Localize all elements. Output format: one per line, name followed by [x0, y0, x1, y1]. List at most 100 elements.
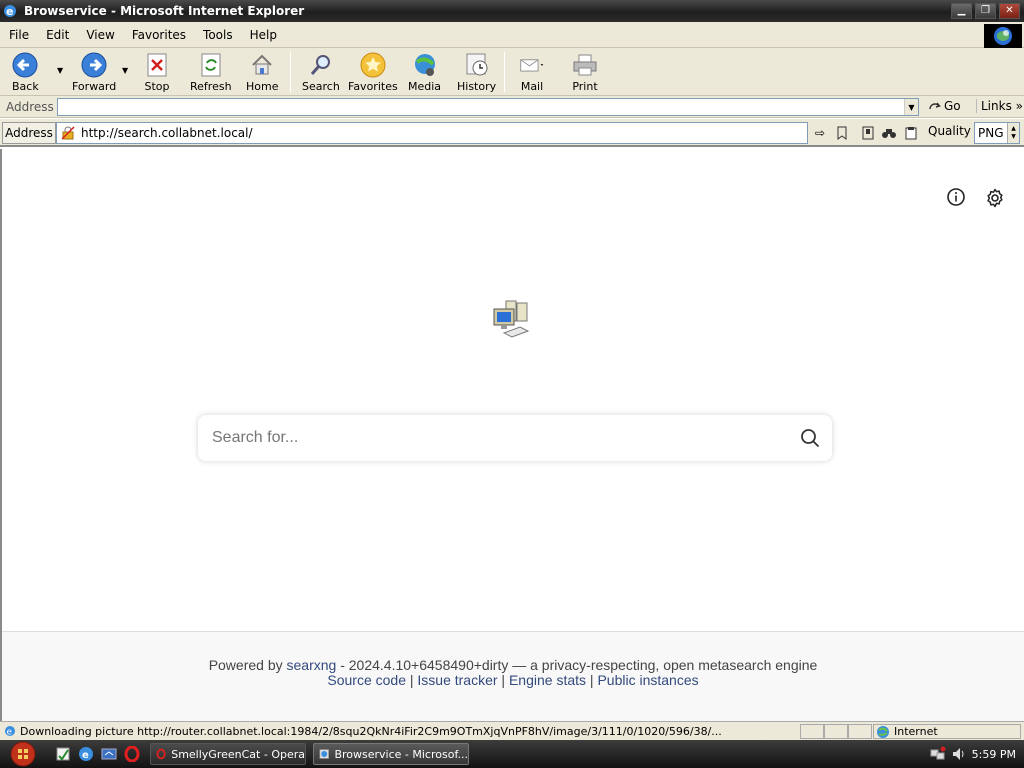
back-arrow-icon	[12, 52, 38, 78]
bookmark-ribbon-icon	[837, 126, 847, 140]
info-icon[interactable]	[946, 187, 966, 207]
search-toolbar-button[interactable]: Search	[302, 52, 340, 93]
mail-envelope-icon	[520, 59, 544, 72]
issue-tracker-link[interactable]: Issue tracker	[417, 672, 497, 688]
search-box	[198, 415, 832, 461]
history-button[interactable]: History	[457, 52, 496, 93]
volume-icon[interactable]	[952, 746, 966, 762]
clock[interactable]: 5:59 PM	[972, 748, 1016, 761]
page-content: Powered by searxng - 2024.4.10+6458490+d…	[0, 149, 1024, 721]
title-bar: e Browservice - Microsoft Internet Explo…	[0, 0, 1024, 22]
refresh-icon	[201, 53, 221, 77]
search-icon[interactable]	[800, 428, 820, 448]
stop-button[interactable]: Stop	[144, 52, 170, 93]
print-button[interactable]: Print	[572, 52, 598, 93]
quality-selector[interactable]: PNG ▲ ▼	[974, 122, 1020, 144]
chevron-right-icon: »	[1015, 99, 1023, 113]
forward-button[interactable]: Forward	[72, 52, 116, 93]
back-button[interactable]: Back	[12, 52, 39, 93]
insecure-lock-icon	[61, 126, 75, 140]
links-button[interactable]: Links »	[976, 99, 1023, 113]
quicklaunch-ie-icon[interactable]: e	[78, 746, 94, 762]
address-bar: Address ▼ Go Links »	[0, 96, 1024, 118]
mail-button[interactable]: Mail	[519, 52, 545, 93]
media-globe-icon	[414, 54, 435, 76]
ie-icon: e	[4, 5, 16, 18]
status-text: Downloading picture http://router.collab…	[20, 724, 722, 738]
settings-gear-icon[interactable]	[984, 187, 1006, 209]
quality-label: Quality	[928, 124, 971, 138]
url-text: http://search.collabnet.local/	[81, 126, 253, 140]
bookmark-icon[interactable]	[833, 124, 851, 142]
engine-stats-link[interactable]: Engine stats	[509, 672, 586, 688]
close-button[interactable]: ✕	[999, 3, 1020, 19]
bookmarks-list-icon[interactable]	[859, 124, 877, 142]
favorites-star-icon	[360, 52, 386, 78]
opera-icon	[156, 748, 166, 760]
network-icon[interactable]	[930, 746, 946, 762]
taskbar: e SmellyGreenCat - Opera Browservice - M…	[0, 740, 1024, 768]
quicklaunch-opera-icon[interactable]	[124, 746, 140, 762]
status-bar: e Downloading picture http://router.coll…	[0, 721, 1024, 740]
quality-spinner[interactable]: ▲ ▼	[1007, 123, 1019, 143]
magnifier-icon	[310, 55, 330, 75]
menu-view[interactable]: View	[76, 28, 121, 42]
find-icon[interactable]	[880, 124, 898, 142]
go-button[interactable]: Go	[928, 99, 961, 113]
windows-logo	[984, 24, 1022, 48]
back-dropdown-icon[interactable]: ▼	[57, 66, 63, 75]
page-footer: Powered by searxng - 2024.4.10+6458490+d…	[2, 631, 1024, 721]
clipboard-paste-icon	[905, 127, 917, 140]
menu-tools[interactable]: Tools	[193, 28, 240, 42]
public-instances-link[interactable]: Public instances	[597, 672, 698, 688]
status-panel	[824, 724, 848, 739]
source-code-link[interactable]: Source code	[327, 672, 406, 688]
address-label: Address	[6, 99, 54, 114]
favorites-button[interactable]: Favorites	[348, 52, 398, 93]
search-input[interactable]	[212, 429, 782, 447]
history-clock-icon	[466, 53, 488, 76]
start-orb-icon	[10, 741, 36, 767]
media-button[interactable]: Media	[408, 52, 441, 93]
menu-help[interactable]: Help	[240, 28, 284, 42]
taskbar-task-opera[interactable]: SmellyGreenCat - Opera	[150, 743, 306, 765]
address-input[interactable]: ▼	[57, 98, 919, 116]
menu-file[interactable]: File	[0, 28, 36, 42]
system-tray: 5:59 PM	[924, 743, 1022, 765]
minimize-button[interactable]: ▁	[951, 3, 972, 19]
go-arrow-icon	[929, 102, 941, 110]
clipboard-icon[interactable]	[902, 124, 920, 142]
address-dropdown-icon[interactable]: ▼	[904, 99, 918, 115]
page-loading-icon: e	[5, 726, 15, 738]
footer-powered-line: Powered by searxng - 2024.4.10+6458490+d…	[208, 657, 818, 673]
security-zone: Internet	[873, 724, 1021, 739]
navigate-go-icon[interactable]: ⇨	[811, 124, 829, 142]
forward-arrow-icon	[81, 52, 107, 78]
menu-favorites[interactable]: Favorites	[122, 28, 193, 42]
browservice-address-label: Address	[2, 122, 56, 144]
toolbar-separator	[504, 52, 505, 92]
broken-image-computer-icon	[493, 300, 530, 338]
home-icon	[252, 54, 272, 75]
searxng-link[interactable]: searxng	[287, 657, 337, 673]
browservice-url-input[interactable]: http://search.collabnet.local/	[56, 122, 808, 144]
refresh-button[interactable]: Refresh	[190, 52, 232, 93]
ie-window-icon	[319, 749, 330, 759]
forward-dropdown-icon[interactable]: ▼	[122, 66, 128, 75]
toolbar: Back ▼ Forward ▼ Stop Refresh Home Searc…	[0, 48, 1024, 96]
quicklaunch-desktop-icon[interactable]	[101, 746, 117, 762]
binoculars-icon	[882, 129, 896, 138]
start-button[interactable]	[3, 741, 43, 767]
svg-text:e: e	[6, 5, 13, 18]
home-button[interactable]: Home	[246, 52, 278, 93]
menu-edit[interactable]: Edit	[36, 28, 76, 42]
maximize-button[interactable]: ❐	[975, 3, 996, 19]
spin-up-icon[interactable]: ▲	[1011, 125, 1016, 133]
taskbar-task-browservice[interactable]: Browservice - Microsof...	[313, 743, 469, 765]
window-title: Browservice - Microsoft Internet Explore…	[24, 4, 305, 18]
status-panel	[800, 724, 824, 739]
spin-down-icon[interactable]: ▼	[1011, 133, 1016, 141]
svg-text:e: e	[82, 750, 89, 761]
quicklaunch-notes-icon[interactable]	[55, 746, 71, 762]
printer-icon	[573, 54, 597, 76]
